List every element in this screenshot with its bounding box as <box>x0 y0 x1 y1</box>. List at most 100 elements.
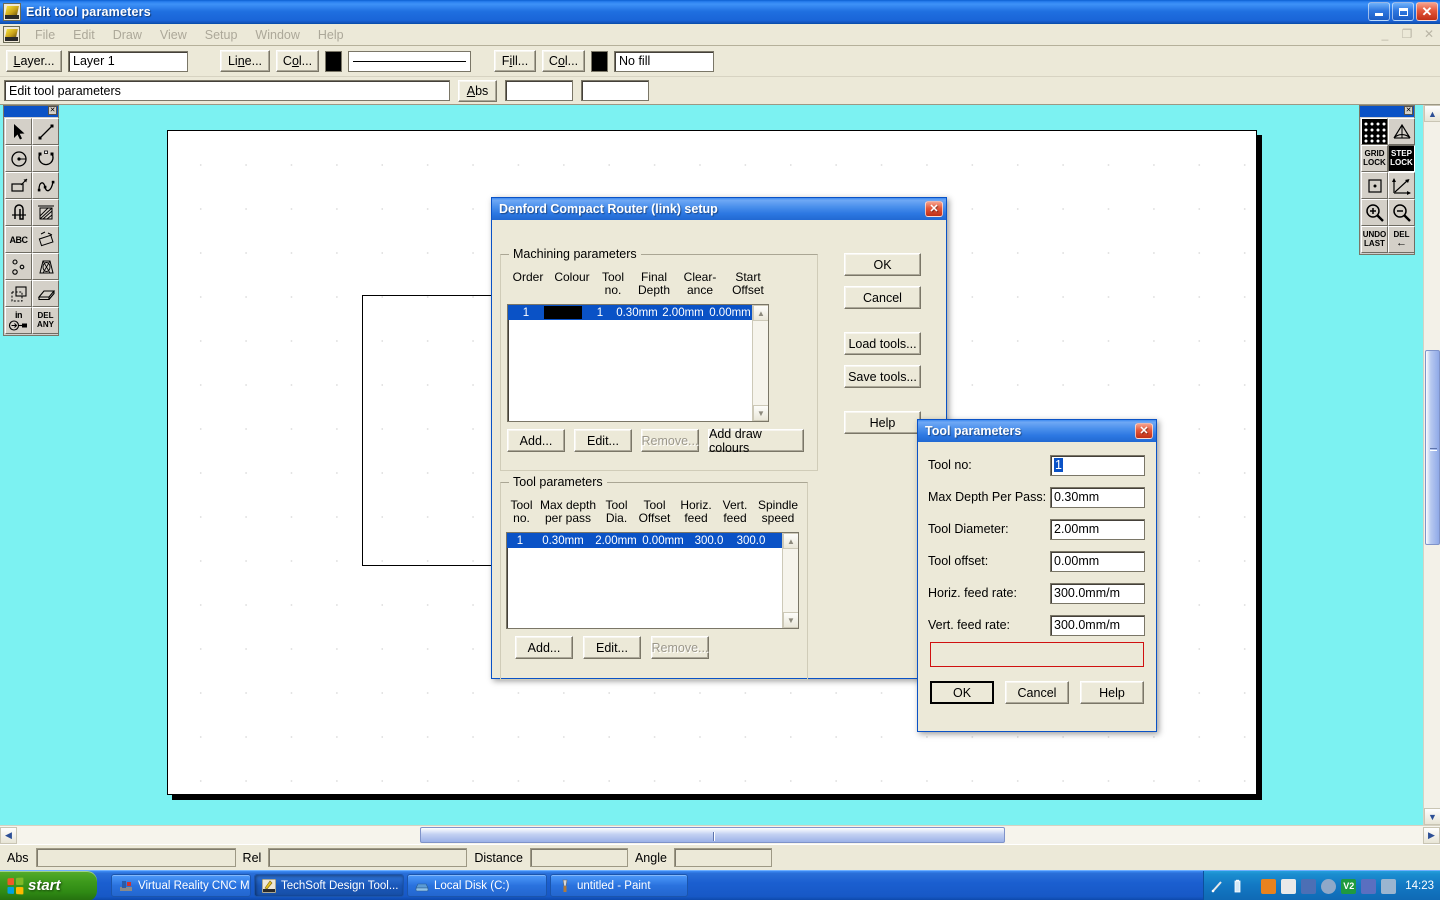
scroll-down-icon[interactable]: ▼ <box>1424 808 1440 825</box>
line-colour-button[interactable]: Co l... <box>276 50 319 72</box>
fill-colour-swatch[interactable] <box>591 50 608 72</box>
mdi-minimize-icon[interactable]: _ <box>1378 27 1392 41</box>
palette-title-bar[interactable]: ✕ <box>4 106 58 117</box>
table-row[interactable]: 1 0.30mm 2.00mm 0.00mm 300.0 300.0 <box>507 533 798 548</box>
machining-edit-button[interactable]: Edit... <box>574 429 632 452</box>
axes-icon[interactable] <box>1388 172 1415 199</box>
hatch-icon[interactable] <box>32 199 59 226</box>
save-tools-button[interactable]: Save tools... <box>844 365 921 388</box>
menu-setup[interactable]: Setup <box>196 26 247 44</box>
tool-offset-input[interactable]: 0.00mm <box>1050 550 1145 572</box>
machining-list[interactable]: 1 1 0.30mm 2.00mm 0.00mm ▲ ▼ <box>507 304 769 422</box>
canvas-vertical-scrollbar[interactable]: ▲ ▼ <box>1423 105 1440 825</box>
tool-no-input[interactable]: 1 <box>1050 454 1145 476</box>
v2-icon[interactable]: V2 <box>1341 878 1357 894</box>
menu-view[interactable]: View <box>151 26 196 44</box>
add-draw-colours-button[interactable]: Add draw colours <box>708 427 804 455</box>
right-palette-title-bar[interactable]: ✕ <box>1360 106 1414 117</box>
arc-icon[interactable] <box>32 145 59 172</box>
zoom-in-icon[interactable] <box>1361 199 1388 226</box>
input-units-icon[interactable]: in <box>5 307 32 334</box>
command-input[interactable]: Edit tool parameters <box>4 80 450 101</box>
step-lock-button[interactable]: STEP LOCK <box>1388 145 1415 172</box>
grid-lock-button[interactable]: GRID LOCK <box>1361 145 1388 172</box>
taskbar-item-cnc[interactable]: Virtual Reality CNC Mi... <box>111 874 251 897</box>
tool-parameters-dialog[interactable]: Tool parameters ✕ Tool no: 1 Max Depth P… <box>917 419 1157 732</box>
abs-rel-toggle-button[interactable]: Abs <box>458 79 497 102</box>
fill-colour-button[interactable]: Co l... <box>542 50 585 72</box>
setup-ok-button[interactable]: OK <box>844 253 921 276</box>
coord-x-input[interactable] <box>505 80 573 101</box>
setup-help-button[interactable]: Help <box>844 411 921 434</box>
vert-feed-input[interactable]: 300.0mm/m <box>1050 614 1145 636</box>
canvas-horizontal-scrollbar[interactable]: ◀ ▶ <box>0 825 1440 844</box>
sync-icon[interactable] <box>1281 878 1297 894</box>
tool-add-button[interactable]: Add... <box>515 636 573 659</box>
coord-y-input[interactable] <box>581 80 649 101</box>
tool-dialog-cancel-button[interactable]: Cancel <box>1005 681 1069 704</box>
scroll-up-icon[interactable]: ▲ <box>783 533 798 549</box>
rectangle-icon[interactable] <box>5 172 32 199</box>
transform-icon[interactable] <box>32 253 59 280</box>
setup-dialog-title-bar[interactable]: Denford Compact Router (link) setup ✕ <box>492 198 946 220</box>
fill-style-field[interactable]: No fill <box>614 50 714 72</box>
load-tools-button[interactable]: Load tools... <box>844 332 921 355</box>
table-row[interactable]: 1 1 0.30mm 2.00mm 0.00mm <box>508 305 768 320</box>
layer-button[interactable]: LLayer...ayer... <box>6 50 62 72</box>
layer-name-field[interactable]: Layer 1 <box>68 50 188 72</box>
zoom-out-icon[interactable] <box>1388 199 1415 226</box>
grid-dots-icon[interactable] <box>1361 118 1388 145</box>
taskbar-item-local-disk[interactable]: Local Disk (C:) <box>407 874 547 897</box>
setup-dialog-close-icon[interactable]: ✕ <box>925 201 943 217</box>
max-depth-input[interactable]: 0.30mm <box>1050 486 1145 508</box>
horizontal-scroll-thumb[interactable] <box>420 827 1005 843</box>
setup-cancel-button[interactable]: Cancel <box>844 286 921 309</box>
origin-point-icon[interactable] <box>1361 172 1388 199</box>
menu-file[interactable]: File <box>26 26 64 44</box>
snap-angle-icon[interactable] <box>1388 118 1415 145</box>
menu-window[interactable]: Window <box>246 26 308 44</box>
line-icon[interactable] <box>32 118 59 145</box>
delete-back-button[interactable]: DEL ← <box>1388 226 1415 253</box>
display-icon[interactable] <box>1381 878 1397 894</box>
tool-dialog-help-button[interactable]: Help <box>1080 681 1144 704</box>
taskbar-clock[interactable]: 14:23 <box>1405 880 1434 892</box>
curve-icon[interactable] <box>32 172 59 199</box>
messenger-icon[interactable] <box>1361 878 1377 894</box>
machining-remove-button[interactable]: Remove... <box>641 429 699 452</box>
pen-icon[interactable] <box>1210 879 1225 894</box>
menu-help[interactable]: Help <box>309 26 353 44</box>
scroll-up-icon[interactable]: ▲ <box>1424 105 1440 122</box>
scroll-left-icon[interactable]: ◀ <box>0 827 17 844</box>
tool-edit-button[interactable]: Edit... <box>583 636 641 659</box>
line-style-button[interactable]: Li n e... <box>220 50 270 72</box>
minimize-button[interactable] <box>1368 2 1390 21</box>
mdi-close-icon[interactable]: ✕ <box>1422 27 1436 41</box>
tool-dialog-ok-button[interactable]: OK <box>930 681 994 704</box>
disc-icon[interactable] <box>1321 878 1337 894</box>
text-icon[interactable]: ABC <box>5 226 32 253</box>
tool-list[interactable]: 1 0.30mm 2.00mm 0.00mm 300.0 300.0 ▲ ▼ <box>506 532 799 629</box>
menu-draw[interactable]: Draw <box>104 26 151 44</box>
array-icon[interactable] <box>5 253 32 280</box>
tool-list-scrollbar[interactable]: ▲ ▼ <box>782 533 798 628</box>
palette-close-icon[interactable]: ✕ <box>48 106 57 115</box>
vertical-scroll-thumb[interactable] <box>1425 350 1440 545</box>
scroll-right-icon[interactable]: ▶ <box>1423 827 1440 844</box>
taskbar-item-techsoft[interactable]: TechSoft Design Tool... <box>254 874 404 897</box>
network-icon[interactable] <box>1301 878 1317 894</box>
router-setup-dialog[interactable]: Denford Compact Router (link) setup ✕ Ma… <box>491 197 947 680</box>
select-arrow-icon[interactable] <box>5 118 32 145</box>
delete-any-icon[interactable]: DEL ANY <box>32 307 59 334</box>
extrude-icon[interactable] <box>32 280 59 307</box>
tool-diameter-input[interactable]: 2.00mm <box>1050 518 1145 540</box>
scroll-up-icon[interactable]: ▲ <box>753 305 768 321</box>
tool-dialog-title-bar[interactable]: Tool parameters ✕ <box>918 420 1156 442</box>
copy-icon[interactable] <box>5 280 32 307</box>
acrobat-icon[interactable] <box>1261 878 1277 894</box>
maximize-button[interactable] <box>1392 2 1414 21</box>
tool-remove-button[interactable]: Remove... <box>651 636 709 659</box>
menu-edit[interactable]: Edit <box>64 26 104 44</box>
scroll-down-icon[interactable]: ▼ <box>753 405 768 421</box>
fill-style-button[interactable]: Fi ll... <box>494 50 536 72</box>
